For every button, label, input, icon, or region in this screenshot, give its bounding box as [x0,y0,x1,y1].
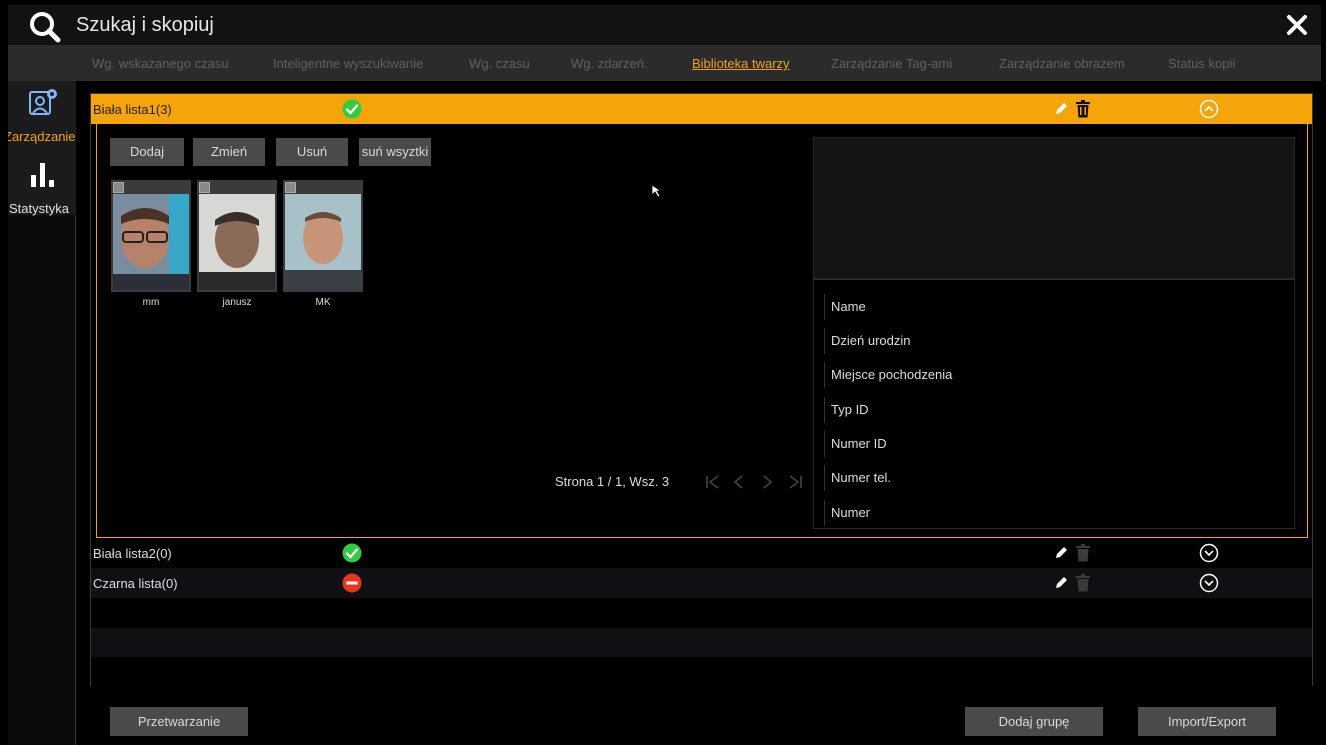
process-button[interactable]: Przetwarzanie [110,707,248,736]
group-row[interactable]: Czarna lista(0) [91,568,1312,598]
empty-row [91,657,1312,687]
tab-by-events[interactable]: Wg. zdarzeń. [571,56,648,71]
empty-row [91,628,1312,658]
sidebar-item-label: Statystyka [9,201,69,216]
next-page-icon[interactable] [759,474,775,490]
pagination-info: Strona 1 / 1, Wsz. 3 [555,474,670,489]
face-checkbox[interactable] [113,182,124,193]
last-page-icon[interactable] [787,474,803,490]
detail-field-name: Name [824,294,866,320]
import-export-button[interactable]: Import/Export [1138,707,1276,736]
face-name: janusz [222,297,252,308]
face-checkbox[interactable] [199,182,210,193]
allow-check-icon [342,543,362,563]
group-row[interactable]: Biała lista1(3) [91,94,1312,124]
face-thumbnail[interactable]: janusz [197,180,277,308]
face-card: mm [111,180,191,308]
tab-face-library[interactable]: Biblioteka twarzy [692,56,790,71]
group-name: Czarna lista(0) [93,576,178,591]
face-card: janusz [197,180,277,308]
tab-by-time[interactable]: Wg. czasu [469,56,530,71]
previous-page-icon[interactable] [731,474,747,490]
chevron-down-icon[interactable] [1199,573,1219,593]
delete-all-button[interactable]: suń wsyztki [359,138,431,166]
face-photo [199,194,275,290]
trash-icon[interactable] [1075,100,1091,118]
tab-time-range[interactable]: Wg. wskazanego czasu [92,56,229,71]
sidebar: Zarządzanie Statystyka [8,81,76,745]
edit-icon[interactable] [1053,101,1069,117]
trash-icon[interactable] [1075,574,1091,592]
group-name: Biała lista2(0) [93,546,172,561]
trash-icon[interactable] [1075,544,1091,562]
group-name: Biała lista1(3) [93,102,172,117]
detail-field-origin: Miejsce pochodzenia [824,362,952,388]
tab-smart-search[interactable]: Inteligentne wyszukiwanie [273,56,423,71]
detail-field-id-type: Typ ID [824,397,869,423]
tab-image-management[interactable]: Zarządzanie obrazem [999,56,1125,71]
group-detail-panel: Dodaj Zmień Usuń suń wsyztki mm janusz M… [96,124,1308,538]
face-settings-icon [29,89,57,115]
sidebar-item-label: Zarządzanie [8,129,76,144]
close-icon[interactable] [1283,11,1311,39]
face-groups-panel: Biała lista1(3) Dodaj Zmień Usuń suń wsy… [90,93,1313,687]
mouse-cursor-icon [651,184,663,198]
empty-row [91,598,1312,628]
detail-field-phone: Numer tel. [824,465,891,491]
first-page-icon[interactable] [705,474,721,490]
face-photo [113,194,189,290]
face-thumbnail[interactable]: mm [111,180,191,308]
edit-icon[interactable] [1053,545,1069,561]
detail-field-number: Numer [824,500,870,526]
face-checkbox[interactable] [285,182,296,193]
group-row[interactable]: Biała lista2(0) [91,538,1312,568]
face-thumbnail[interactable]: MK [283,180,363,308]
sidebar-item-statistics[interactable]: Statystyka [8,147,76,216]
face-card: MK [283,180,363,308]
face-name: mm [142,297,160,308]
face-details: Name Dzień urodzin Miejsce pochodzenia T… [813,279,1295,529]
face-preview [813,137,1295,279]
delete-face-button[interactable]: Usuń [276,138,348,166]
bar-chart-icon [31,163,54,187]
tab-bar: Wg. wskazanego czasu Inteligentne wyszuk… [8,45,1321,81]
block-icon [342,573,362,593]
detail-field-id-number: Numer ID [824,431,887,457]
title-bar: Szukaj i skopiuj [8,5,1321,45]
face-photo [285,194,361,290]
add-face-button[interactable]: Dodaj [110,138,184,166]
edit-face-button[interactable]: Zmień [193,138,265,166]
search-icon [30,12,61,43]
face-name: MK [315,297,331,308]
edit-icon[interactable] [1053,575,1069,591]
tab-tag-management[interactable]: Zarządzanie Tag-ami [831,56,952,71]
chevron-up-icon[interactable] [1199,99,1219,119]
window-title: Szukaj i skopiuj [76,14,214,36]
add-group-button[interactable]: Dodaj grupę [965,707,1103,736]
detail-field-birthday: Dzień urodzin [824,328,911,354]
sidebar-item-management[interactable]: Zarządzanie [8,81,76,147]
allow-check-icon [342,99,362,119]
tab-backup-status[interactable]: Status kopii [1168,56,1235,71]
chevron-down-icon[interactable] [1199,543,1219,563]
